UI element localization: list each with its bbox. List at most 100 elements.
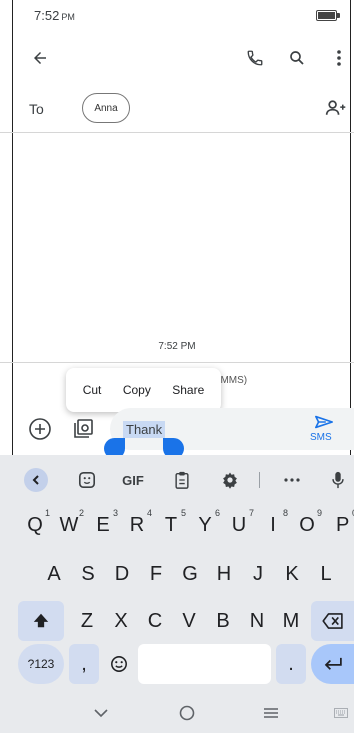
- search-icon[interactable]: [284, 44, 310, 72]
- key-x[interactable]: X: [104, 601, 138, 641]
- key-label: U: [231, 513, 247, 536]
- key-hint: 9: [316, 508, 322, 518]
- key-hint: 4: [146, 508, 152, 518]
- more-vert-icon[interactable]: [328, 44, 350, 72]
- key-label: O: [299, 513, 315, 536]
- info-divider: [0, 362, 354, 363]
- sticker-icon[interactable]: [74, 460, 100, 500]
- key-e[interactable]: E3: [86, 505, 120, 545]
- copy-button[interactable]: Copy: [123, 383, 151, 397]
- mic-icon[interactable]: [326, 460, 350, 500]
- recipient-chip[interactable]: Anna: [82, 93, 130, 123]
- enter-icon: [324, 657, 342, 670]
- battery-icon: [316, 10, 337, 21]
- shift-icon: [33, 613, 49, 628]
- key-hint: 7: [248, 508, 254, 518]
- key-hint: 1: [44, 508, 50, 518]
- home-icon[interactable]: [172, 693, 202, 733]
- key-s[interactable]: S: [71, 554, 105, 594]
- key-u[interactable]: U7: [222, 505, 256, 545]
- key-label: I: [270, 513, 276, 536]
- key-f[interactable]: F: [139, 554, 173, 594]
- recents-icon[interactable]: [256, 693, 286, 733]
- key-q[interactable]: Q1: [18, 505, 52, 545]
- backspace-key[interactable]: [311, 601, 354, 641]
- key-b[interactable]: B: [206, 601, 240, 641]
- selected-text[interactable]: Thank: [123, 421, 166, 438]
- key-n[interactable]: N: [240, 601, 274, 641]
- comma-key[interactable]: ,: [69, 644, 99, 684]
- message-timestamp: 7:52 PM: [158, 341, 196, 352]
- key-k[interactable]: K: [275, 554, 309, 594]
- key-hint: 8: [282, 508, 288, 518]
- cut-button[interactable]: Cut: [83, 383, 102, 397]
- ampm-text: PM: [61, 12, 75, 22]
- shift-key[interactable]: [18, 601, 64, 641]
- key-r[interactable]: R4: [120, 505, 154, 545]
- key-hint: 6: [214, 508, 220, 518]
- key-p[interactable]: P0: [324, 505, 354, 545]
- key-t[interactable]: T5: [154, 505, 188, 545]
- battery-tip: [337, 13, 340, 18]
- send-icon[interactable]: [311, 412, 337, 432]
- key-label: R: [129, 513, 145, 536]
- add-person-icon[interactable]: [322, 94, 350, 122]
- key-z[interactable]: Z: [70, 601, 104, 641]
- gallery-icon[interactable]: [70, 416, 96, 442]
- toolbar-divider: [259, 472, 260, 488]
- key-row-2: A S D F G H J K L: [0, 554, 354, 594]
- status-time: 7:52 PM: [34, 8, 75, 23]
- chevron-left-icon[interactable]: [24, 468, 48, 492]
- backspace-icon: [321, 613, 343, 629]
- emoji-icon: [111, 656, 127, 672]
- more-horiz-icon[interactable]: [279, 460, 305, 500]
- key-row-3: Z X C V B N M: [0, 601, 354, 641]
- key-w[interactable]: W2: [52, 505, 86, 545]
- key-y[interactable]: Y6: [188, 505, 222, 545]
- navigation-bar: [0, 693, 354, 733]
- keyboard-toolbar: GIF: [0, 460, 354, 500]
- key-label: Y: [198, 513, 212, 536]
- key-g[interactable]: G: [173, 554, 207, 594]
- share-button[interactable]: Share: [172, 383, 204, 397]
- enter-key[interactable]: [311, 644, 354, 684]
- arrow-back-icon[interactable]: [26, 44, 54, 72]
- send-label: SMS: [310, 432, 332, 443]
- key-d[interactable]: D: [105, 554, 139, 594]
- key-hint: 5: [180, 508, 186, 518]
- to-label: To: [29, 101, 44, 117]
- key-row-4: ?123 , .: [0, 644, 354, 684]
- time-text: 7:52: [34, 8, 60, 23]
- gif-button[interactable]: GIF: [118, 460, 148, 500]
- add-attachment-icon[interactable]: [27, 416, 53, 442]
- key-j[interactable]: J: [241, 554, 275, 594]
- key-l[interactable]: L: [309, 554, 343, 594]
- key-label: P: [336, 513, 350, 536]
- space-key[interactable]: [138, 644, 271, 684]
- status-bar: 7:52 PM: [0, 0, 354, 28]
- key-o[interactable]: O9: [290, 505, 324, 545]
- emoji-key[interactable]: [104, 644, 134, 684]
- phone-icon[interactable]: [242, 44, 268, 72]
- key-label: W: [59, 513, 79, 536]
- key-h[interactable]: H: [207, 554, 241, 594]
- settings-icon[interactable]: [217, 460, 243, 500]
- key-hint: 3: [112, 508, 118, 518]
- keyboard: GIF Q1 W2 E3 R4 T5 Y6 U7 I8 O9 P0 A S D …: [0, 455, 354, 733]
- key-label: E: [96, 513, 110, 536]
- period-key[interactable]: .: [276, 644, 306, 684]
- key-v[interactable]: V: [172, 601, 206, 641]
- key-m[interactable]: M: [274, 601, 308, 641]
- header-divider: [0, 132, 354, 133]
- clipboard-icon[interactable]: [169, 460, 195, 500]
- key-label: Q: [27, 513, 43, 536]
- key-label: T: [164, 513, 178, 536]
- text-selection-menu: Cut Copy Share: [66, 368, 221, 412]
- symbols-key[interactable]: ?123: [18, 644, 64, 684]
- keyboard-switch-icon[interactable]: [328, 693, 354, 733]
- key-c[interactable]: C: [138, 601, 172, 641]
- key-row-1: Q1 W2 E3 R4 T5 Y6 U7 I8 O9 P0: [0, 505, 354, 545]
- chevron-down-icon[interactable]: [86, 693, 116, 733]
- key-i[interactable]: I8: [256, 505, 290, 545]
- key-a[interactable]: A: [37, 554, 71, 594]
